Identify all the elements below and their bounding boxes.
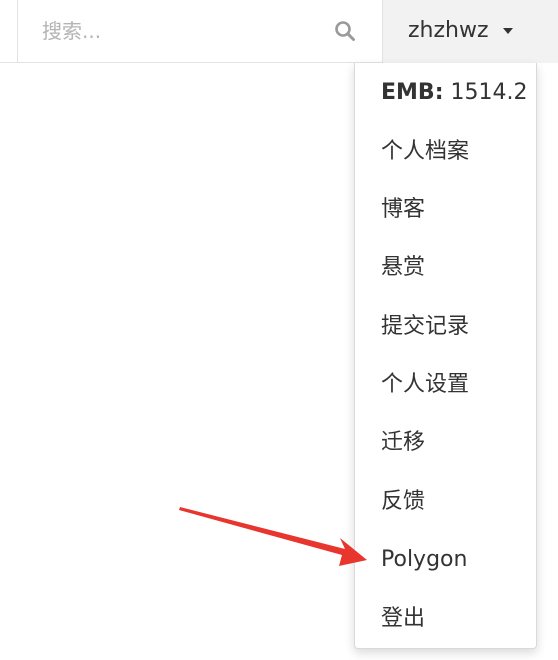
menu-item-profile[interactable]: 个人档案 [355, 128, 537, 176]
menu-item-migrate[interactable]: 迁移 [355, 419, 537, 467]
emb-label: EMB: [381, 80, 444, 105]
menu-item-settings[interactable]: 个人设置 [355, 361, 537, 409]
search-icon[interactable] [334, 20, 356, 42]
menu-item-submissions[interactable]: 提交记录 [355, 303, 537, 351]
emb-value: 1514.2 [450, 80, 528, 105]
menu-item-logout[interactable]: 登出 [355, 595, 537, 643]
search-box [17, 0, 382, 63]
search-input[interactable] [42, 18, 302, 44]
user-menu-toggle[interactable]: zhzhwz [382, 0, 558, 63]
caret-down-icon [503, 28, 513, 34]
user-dropdown-menu: EMB: 1514.2 个人档案 博客 悬赏 提交记录 个人设置 迁移 反馈 P… [354, 63, 537, 649]
username-label: zhzhwz [408, 18, 489, 43]
emb-rating-item: EMB: 1514.2 [355, 69, 537, 117]
menu-item-blog[interactable]: 博客 [355, 186, 537, 234]
menu-item-bounty[interactable]: 悬赏 [355, 244, 537, 292]
top-navbar: zhzhwz [0, 0, 558, 63]
menu-item-polygon[interactable]: Polygon [355, 536, 537, 584]
menu-item-feedback[interactable]: 反馈 [355, 478, 537, 526]
page: zhzhwz EMB: 1514.2 个人档案 博客 悬赏 提交记录 个人设置 … [0, 0, 558, 660]
